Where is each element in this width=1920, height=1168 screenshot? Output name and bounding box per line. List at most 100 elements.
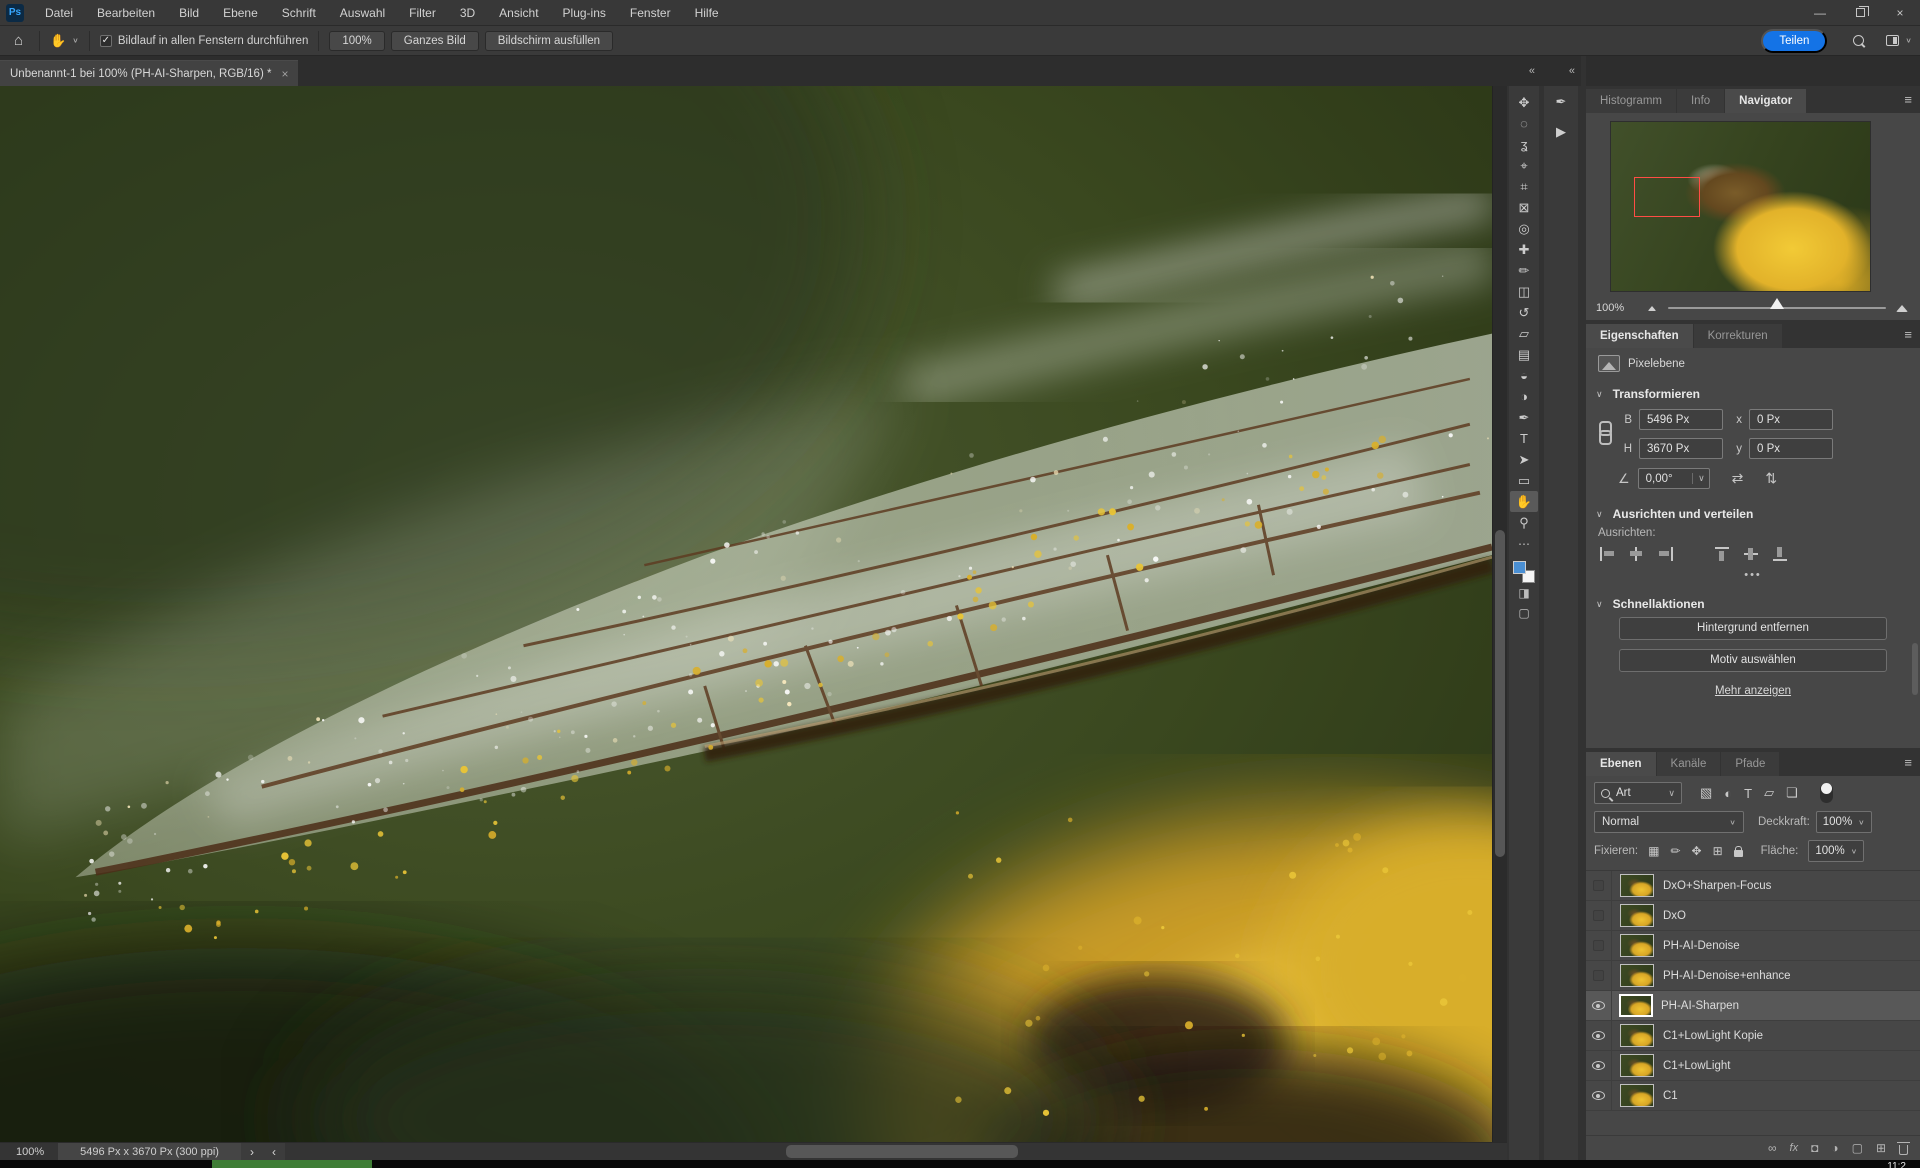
plug-ins[interactable]: Plug-ins (552, 0, 617, 26)
zoom-100-button[interactable]: 100% (329, 31, 384, 51)
pixel-filter-icon[interactable]: ▧ (1700, 785, 1712, 801)
frame-tool[interactable]: ⊠ (1510, 197, 1538, 218)
zoom-out-icon[interactable] (1648, 306, 1656, 311)
restore-button[interactable] (1840, 0, 1880, 25)
lock-position-icon[interactable]: ✥ (1692, 844, 1702, 858)
flip-horizontal-icon[interactable]: ⇄ (1732, 470, 1744, 487)
align-bottom-icon[interactable] (1773, 547, 1788, 561)
close-button[interactable]: × (1880, 0, 1920, 25)
link-dimensions-icon[interactable] (1598, 421, 1610, 443)
slider-thumb[interactable] (1770, 298, 1784, 309)
layer-row[interactable]: PH-AI-Denoise+enhance (1586, 961, 1920, 991)
rotation-field[interactable]: 0,00° ∨ (1638, 468, 1710, 489)
lasso-tool[interactable]: ʓ (1510, 134, 1538, 155)
visibility-toggle[interactable] (1586, 1051, 1612, 1080)
foreground-color-swatch[interactable] (1513, 561, 1526, 574)
workspace-icon[interactable] (1886, 35, 1899, 46)
flip-vertical-icon[interactable]: ⇅ (1765, 470, 1777, 487)
show-more-link[interactable]: Mehr anzeigen (1586, 681, 1920, 709)
share-button[interactable]: Teilen (1761, 29, 1827, 53)
lock-pixels-icon[interactable]: ✏ (1670, 844, 1680, 858)
layer-thumbnail[interactable] (1619, 994, 1653, 1017)
delete-layer-icon[interactable] (1899, 1145, 1908, 1155)
filter-toggle-switch[interactable] (1820, 783, 1833, 803)
fill-screen-button[interactable]: Bildschirm ausfüllen (485, 31, 613, 51)
properties-scrollbar[interactable] (1911, 354, 1919, 703)
canvas-horizontal-scrollbar[interactable] (285, 1143, 1507, 1160)
remove-background-button[interactable]: Hintergrund entfernen (1619, 617, 1887, 640)
close-icon[interactable]: × (281, 67, 288, 81)
zoom-in-icon[interactable] (1896, 305, 1908, 312)
layer-thumbnail[interactable] (1620, 1024, 1654, 1047)
layer-style-icon[interactable]: fx (1790, 1142, 1799, 1154)
eigenschaften[interactable]: Eigenschaften (1586, 324, 1693, 348)
layer-thumbnail[interactable] (1620, 1084, 1654, 1107)
gradient-tool[interactable]: ▤ (1510, 344, 1538, 365)
crop-tool[interactable]: ⌗ (1510, 176, 1538, 197)
navigator-zoom-slider[interactable] (1668, 307, 1886, 309)
brushes-panel-icon[interactable]: ✒ (1556, 94, 1567, 110)
screen-mode-icon[interactable]: ▢ (1518, 603, 1529, 623)
panel-menu-icon[interactable]: ≡ (1904, 327, 1912, 342)
navigator[interactable]: Navigator (1725, 89, 1806, 113)
layer-thumbnail[interactable] (1620, 904, 1654, 927)
chevron-down-icon[interactable]: ∨ (1905, 36, 1912, 45)
zoom-tool[interactable]: ⚲ (1510, 512, 1538, 533)
canvas-image[interactable] (0, 86, 1492, 1142)
navigator-thumbnail[interactable] (1610, 121, 1871, 292)
layer-thumbnail[interactable] (1620, 874, 1654, 897)
path-selection-tool[interactable]: ➤ (1510, 449, 1538, 470)
layer-filter-select[interactable]: Art ∨ (1594, 782, 1682, 804)
pfade[interactable]: Pfade (1721, 752, 1779, 776)
visibility-toggle[interactable] (1586, 901, 1612, 930)
home-icon[interactable]: ⌂ (8, 32, 29, 49)
align-vertical-center-icon[interactable] (1744, 547, 1759, 561)
history-brush-tool[interactable]: ↺ (1510, 302, 1538, 323)
chevron-down-icon[interactable]: ∨ (1596, 599, 1603, 610)
bild[interactable]: Bild (168, 0, 210, 26)
visibility-toggle[interactable] (1586, 1021, 1612, 1050)
fenster[interactable]: Fenster (619, 0, 682, 26)
align-horizontal-center-icon[interactable] (1629, 547, 1644, 561)
korrekturen[interactable]: Korrekturen (1694, 324, 1782, 348)
kan-le[interactable]: Kanäle (1657, 752, 1721, 776)
move-tool[interactable]: ✥ (1510, 92, 1538, 113)
panel-menu-icon[interactable]: ≡ (1904, 92, 1912, 107)
type-tool[interactable]: T (1510, 428, 1538, 449)
blur-tool[interactable]: ◒ (1510, 365, 1538, 386)
ebene[interactable]: Ebene (212, 0, 269, 26)
hand-tool-icon[interactable]: ✋ (50, 33, 66, 49)
layer-thumbnail[interactable] (1620, 964, 1654, 987)
brush-tool[interactable]: ✏ (1510, 260, 1538, 281)
fill-select[interactable]: 100% ∨ (1808, 840, 1864, 862)
3d[interactable]: 3D (449, 0, 486, 26)
color-swatches[interactable] (1513, 561, 1535, 583)
status-arrow-right-icon[interactable]: › (241, 1145, 263, 1159)
chevron-down-icon[interactable]: ∨ (1596, 509, 1603, 520)
x-field[interactable]: 0 Px (1749, 409, 1833, 430)
lock-artboard-icon[interactable]: ⊞ (1713, 844, 1723, 858)
hilfe[interactable]: Hilfe (684, 0, 730, 26)
object-selection-tool[interactable]: ⌖ (1510, 155, 1538, 176)
layer-thumbnail[interactable] (1620, 1054, 1654, 1077)
scroll-all-windows-checkbox[interactable]: ✓ (100, 35, 112, 47)
adjustment-layer-icon[interactable]: ◑ (1831, 1141, 1838, 1155)
opacity-select[interactable]: 100% ∨ (1816, 811, 1872, 833)
pen-tool[interactable]: ✒ (1510, 407, 1538, 428)
panel-menu-icon[interactable]: ≡ (1904, 755, 1912, 770)
marquee-tool[interactable]: ◌ (1510, 113, 1538, 134)
visibility-toggle[interactable] (1586, 961, 1612, 990)
quick-mask-icon[interactable]: ◨ (1518, 583, 1529, 603)
width-field[interactable]: 5496 Px (1639, 409, 1723, 430)
more-options-icon[interactable]: ••• (1586, 565, 1920, 589)
ebenen[interactable]: Ebenen (1586, 752, 1656, 776)
layer-row[interactable]: C1+LowLight (1586, 1051, 1920, 1081)
adjustment-filter-icon[interactable]: ◐ (1724, 786, 1732, 801)
chevron-down-icon[interactable]: ∨ (1596, 389, 1603, 400)
add-mask-icon[interactable]: ◘ (1811, 1141, 1818, 1155)
layer-row[interactable]: C1+LowLight Kopie (1586, 1021, 1920, 1051)
auswahl[interactable]: Auswahl (329, 0, 396, 26)
visibility-toggle[interactable] (1586, 991, 1612, 1020)
minimize-button[interactable]: — (1800, 0, 1840, 25)
shape-filter-icon[interactable]: ▱ (1764, 785, 1774, 801)
